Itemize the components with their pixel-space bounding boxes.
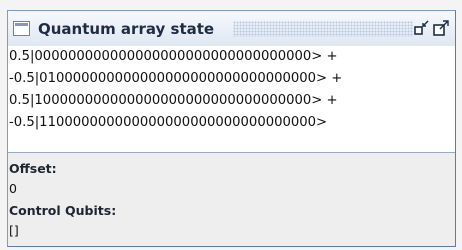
offset-label: Offset:: [9, 161, 57, 176]
control-qubits-label: Control Qubits:: [9, 203, 117, 218]
minimize-icon[interactable]: [412, 19, 430, 37]
state-line: 0.5|000000000000000000000000000000000> +: [9, 49, 338, 64]
maximize-icon[interactable]: [432, 19, 450, 37]
quantum-array-state-window: Quantum array state 0.5|0000000000000000…: [7, 10, 456, 247]
window-icon: [13, 21, 30, 36]
window-title: Quantum array state: [38, 20, 215, 38]
title-bar[interactable]: Quantum array state: [8, 11, 455, 47]
control-qubits-value: []: [9, 223, 19, 238]
offset-value: 0: [9, 181, 17, 196]
state-line: -0.5|010000000000000000000000000000000> …: [9, 71, 343, 86]
title-bar-grip: [233, 21, 413, 37]
state-line: 0.5|100000000000000000000000000000000> +: [9, 93, 338, 108]
state-line: -0.5|110000000000000000000000000000000>: [9, 115, 328, 130]
quantum-state-text-area[interactable]: 0.5|000000000000000000000000000000000> +…: [8, 46, 455, 153]
